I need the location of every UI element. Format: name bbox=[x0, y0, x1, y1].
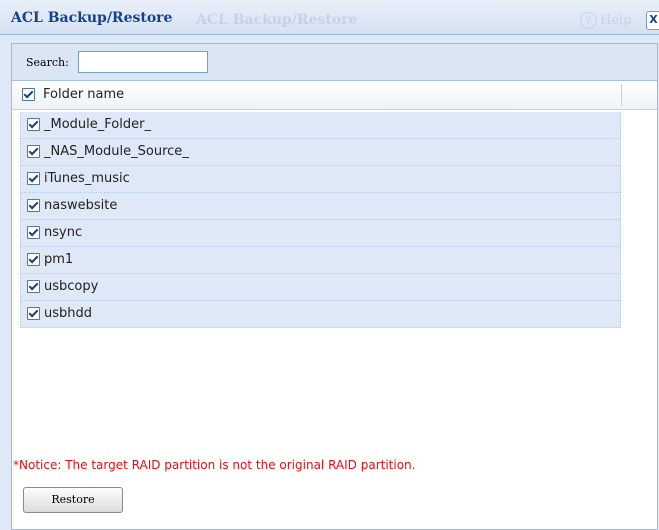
window-title: ACL Backup/Restore bbox=[11, 10, 173, 26]
row-checkbox[interactable] bbox=[27, 280, 40, 293]
close-icon: X bbox=[649, 13, 658, 26]
grid-header: Folder name bbox=[12, 81, 657, 110]
folder-panel: Search: Folder name _Module_Folder_ _NAS… bbox=[11, 43, 658, 530]
table-row[interactable]: naswebsite bbox=[20, 193, 621, 220]
table-row[interactable]: usbcopy bbox=[20, 274, 621, 301]
table-row[interactable]: pm1 bbox=[20, 247, 621, 274]
search-toolbar: Search: bbox=[12, 44, 657, 81]
acl-backup-restore-window: ACL Backup/Restore ACL Backup/Restore ? H… bbox=[0, 0, 659, 530]
help-icon: ? bbox=[580, 12, 597, 29]
table-row[interactable]: nsync bbox=[20, 220, 621, 247]
folder-name: _Module_Folder_ bbox=[44, 117, 151, 132]
close-button[interactable]: X bbox=[646, 11, 659, 30]
folder-name: naswebsite bbox=[44, 198, 118, 213]
search-label: Search: bbox=[26, 56, 69, 69]
title-bar: ACL Backup/Restore ACL Backup/Restore ? H… bbox=[0, 0, 659, 35]
folder-list: _Module_Folder_ _NAS_Module_Source_ iTun… bbox=[20, 112, 621, 328]
table-row[interactable]: _NAS_Module_Source_ bbox=[20, 139, 621, 166]
table-row[interactable]: iTunes_music bbox=[20, 166, 621, 193]
row-checkbox[interactable] bbox=[27, 145, 40, 158]
folder-name: pm1 bbox=[44, 252, 74, 267]
help-button[interactable]: ? Help bbox=[580, 12, 632, 29]
table-row[interactable]: _Module_Folder_ bbox=[20, 112, 621, 139]
row-checkbox[interactable] bbox=[27, 118, 40, 131]
restore-button[interactable]: Restore bbox=[23, 487, 123, 513]
folder-name: _NAS_Module_Source_ bbox=[44, 144, 189, 159]
select-all-checkbox[interactable] bbox=[22, 88, 35, 101]
row-checkbox[interactable] bbox=[27, 199, 40, 212]
folder-name: iTunes_music bbox=[44, 171, 130, 186]
folder-name: usbhdd bbox=[44, 306, 93, 321]
row-checkbox[interactable] bbox=[27, 226, 40, 239]
restore-button-label: Restore bbox=[51, 493, 95, 506]
table-row[interactable]: usbhdd bbox=[20, 301, 621, 328]
search-input[interactable] bbox=[78, 51, 208, 73]
column-header-folder-name[interactable]: Folder name bbox=[43, 87, 124, 102]
folder-name: nsync bbox=[44, 225, 83, 240]
row-checkbox[interactable] bbox=[27, 172, 40, 185]
row-checkbox[interactable] bbox=[27, 307, 40, 320]
column-divider bbox=[621, 84, 622, 106]
folder-name: usbcopy bbox=[44, 279, 99, 294]
row-checkbox[interactable] bbox=[27, 253, 40, 266]
help-label: Help bbox=[600, 13, 632, 28]
ghost-window-title: ACL Backup/Restore bbox=[196, 12, 358, 28]
raid-notice: *Notice: The target RAID partition is no… bbox=[13, 458, 416, 472]
